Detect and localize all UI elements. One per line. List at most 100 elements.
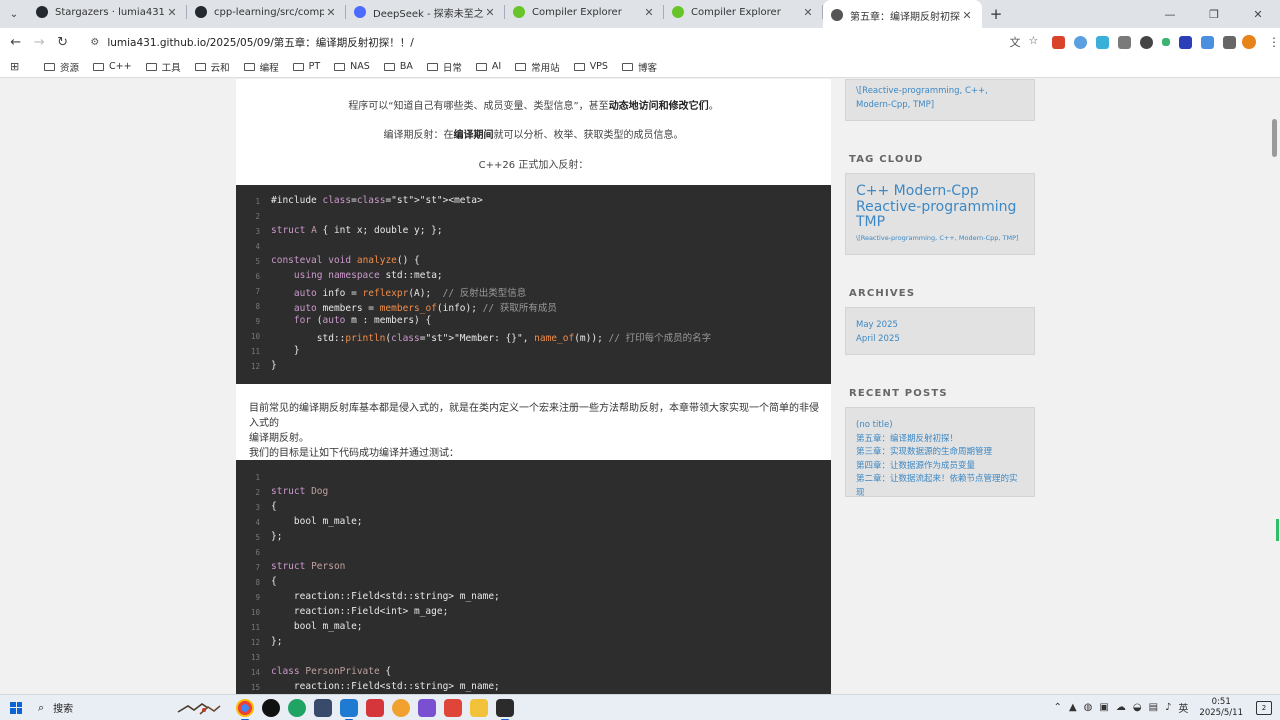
bookmark-folder-9[interactable]: 日常	[426, 60, 462, 74]
bookmark-folder-4[interactable]: 云和	[194, 60, 230, 74]
browser-tab-1[interactable]: Stargazers · lumia431/reactio✕	[28, 0, 187, 26]
folder-icon	[44, 62, 55, 71]
tab-close-icon[interactable]: ✕	[165, 6, 179, 19]
tab-title: DeepSeek - 探索未至之境	[373, 8, 483, 20]
bookmark-folder-7[interactable]: NAS	[334, 60, 370, 74]
tag-link-cpp-modern[interactable]: C++ Modern-Cpp	[856, 183, 1024, 200]
browser-tab-4[interactable]: Compiler Explorer ✕	[505, 0, 664, 26]
bookmark-folder-2[interactable]: C++	[93, 60, 132, 74]
bookmark-folder-12[interactable]: VPS	[573, 60, 608, 74]
tray-chevron-icon[interactable]: ⌃	[1054, 702, 1062, 713]
tag-link-reactive[interactable]: Reactive-programming	[856, 199, 1024, 216]
code-text: class PersonPrivate {	[271, 666, 392, 677]
extension-icon-3[interactable]	[1096, 35, 1110, 49]
line-number: 4	[255, 518, 260, 527]
browser-tab-5[interactable]: Compiler Explorer ✕	[664, 0, 823, 26]
browser-menu-icon[interactable]: ⋮	[1268, 35, 1280, 49]
tray-app-icon-3[interactable]: ▣	[1099, 702, 1108, 713]
extension-icon-7[interactable]	[1179, 35, 1193, 49]
visual-studio-taskbar-icon[interactable]	[418, 698, 436, 717]
tray-app-icon-2[interactable]: ◍	[1084, 702, 1093, 713]
notification-center-icon[interactable]: 2	[1256, 700, 1272, 715]
extension-icon-5[interactable]	[1140, 35, 1154, 49]
deepseek-icon	[354, 6, 366, 18]
tab-close-icon[interactable]: ✕	[483, 6, 497, 19]
app-taskbar-icon-4[interactable]	[314, 698, 332, 717]
tab-close-icon[interactable]: ✕	[642, 6, 656, 19]
tray-app-icon-4[interactable]: ☁	[1116, 702, 1126, 713]
code-text: reaction::Field<std::string> m_name;	[271, 681, 500, 692]
bookmark-folder-8[interactable]: BA	[383, 60, 413, 74]
tray-app-icon-5[interactable]: ◒	[1133, 702, 1142, 713]
extension-icon-4[interactable]	[1118, 35, 1132, 49]
taskbar-search[interactable]: ⌕ 搜索	[32, 700, 172, 716]
bookmark-folder-13[interactable]: 博客	[621, 60, 657, 74]
code-text: for (auto m : members) {	[293, 315, 432, 326]
tab-title: cpp-learning/src/compile_tim	[214, 6, 324, 18]
tray-app-icon-1[interactable]: ▲	[1069, 702, 1077, 713]
scrollbar-thumb[interactable]	[1272, 119, 1277, 157]
tag-link-tmp[interactable]: TMP	[856, 214, 1024, 231]
recent-post-link[interactable]: (no title)	[856, 419, 1024, 433]
ime-indicator[interactable]: 英	[1178, 700, 1188, 715]
profile-avatar[interactable]	[1242, 35, 1257, 49]
restore-button[interactable]: ❐	[1192, 8, 1236, 21]
page-scrollbar[interactable]	[1270, 79, 1280, 694]
translate-icon[interactable]: 文	[1009, 34, 1020, 50]
bookmark-folder-1[interactable]: 资源	[44, 60, 79, 74]
volume-icon[interactable]: ♪	[1165, 702, 1171, 713]
bookmark-folder-10[interactable]: AI	[475, 60, 501, 74]
minimize-button[interactable]: —	[1148, 8, 1192, 21]
apps-grid-icon[interactable]: ⊞	[10, 60, 30, 73]
start-button[interactable]	[0, 701, 32, 714]
site-info-icon[interactable]: ⚙	[90, 37, 99, 48]
archive-link[interactable]: May 2025	[856, 319, 1024, 333]
clock[interactable]: 0:51 2025/5/11	[1199, 697, 1243, 719]
tiktok-taskbar-icon[interactable]	[262, 698, 280, 717]
vscode-taskbar-icon[interactable]	[340, 698, 358, 720]
bookmark-folder-6[interactable]: PT	[292, 60, 320, 74]
recent-post-link[interactable]: 第二章：让数据流起来！依赖节点管理的实现	[856, 473, 1024, 500]
chrome-taskbar-icon[interactable]	[236, 698, 254, 720]
app-taskbar-icon-6[interactable]	[366, 698, 384, 717]
browser-tab-2[interactable]: cpp-learning/src/compile_tim✕	[187, 0, 346, 26]
bookmark-folder-3[interactable]: 工具	[145, 60, 181, 74]
extension-icon-6[interactable]	[1162, 38, 1171, 46]
extension-icon-8[interactable]	[1201, 35, 1215, 49]
extension-icon-2[interactable]	[1074, 35, 1088, 49]
code-line: 9 for (auto m : members) {	[236, 315, 831, 330]
wps-taskbar-icon[interactable]	[444, 698, 462, 717]
tray-app-icon-6[interactable]: ▤	[1149, 702, 1158, 713]
recent-post-link[interactable]: 第五章：编译期反射初探！	[856, 433, 1024, 447]
reload-button[interactable]: ↻	[51, 35, 74, 50]
recent-post-link[interactable]: 第四章：让数据源作为成员变量	[856, 460, 1024, 474]
bookmark-star-icon[interactable]: ☆	[1028, 34, 1038, 50]
terminal-taskbar-icon[interactable]	[496, 698, 514, 720]
code-line: 8 auto members = members_of(info); // 获取…	[236, 300, 831, 315]
new-tab-button[interactable]: +	[982, 5, 1010, 23]
app-taskbar-icon-7[interactable]	[392, 698, 410, 717]
tab-search-button[interactable]: ⌄	[0, 0, 28, 28]
browser-tab-6[interactable]: 第五章：编译期反射初探！ | Lu✕	[823, 0, 982, 30]
tab-close-icon[interactable]: ✕	[960, 9, 974, 22]
extensions-puzzle-icon[interactable]	[1223, 35, 1237, 49]
bookmark-folder-11[interactable]: 常用站	[515, 60, 560, 74]
bookmark-folder-5[interactable]: 编程	[243, 60, 279, 74]
line-number: 2	[255, 212, 260, 221]
tab-close-icon[interactable]: ✕	[324, 6, 338, 19]
address-bar[interactable]: ⚙ lumia431.github.io/2025/05/09/第五章：编译期反…	[82, 31, 992, 53]
close-window-button[interactable]: ✕	[1236, 8, 1280, 21]
forward-button[interactable]: →	[27, 35, 50, 50]
back-button[interactable]: ←	[4, 35, 27, 50]
category-link[interactable]: \[Reactive-programming, C++, Modern-Cpp,…	[856, 85, 1024, 112]
browser-tab-3[interactable]: DeepSeek - 探索未至之境 ✕	[346, 0, 505, 26]
archive-link[interactable]: April 2025	[856, 333, 1024, 347]
wechat-taskbar-icon[interactable]	[288, 698, 306, 717]
bookmarks-bar: ⊞ 资源 C++ 工具 云和 编程 PT NAS BA 日常 AI 常用站 VPS 博客	[0, 56, 1280, 78]
extension-icon-1[interactable]	[1052, 35, 1066, 49]
tag-link-combined[interactable]: \[Reactive-programming, C++, Modern-Cpp,…	[856, 234, 1024, 242]
tab-close-icon[interactable]: ✕	[801, 6, 815, 19]
file-explorer-taskbar-icon[interactable]	[470, 698, 488, 717]
line-number: 10	[250, 332, 260, 341]
recent-post-link[interactable]: 第三章：实现数据源的生命周期管理	[856, 446, 1024, 460]
